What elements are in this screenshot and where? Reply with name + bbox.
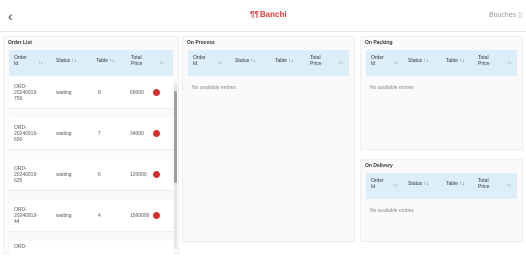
order-id-cell: ORD- 20240919- 44 [14, 207, 38, 225]
total-price-cell: 120000 [130, 172, 147, 178]
brand-mark-icon: ¶¶ [250, 10, 259, 19]
total-price-cell: 1560000 [130, 213, 150, 219]
column-table[interactable]: Table ↑↓ [275, 58, 293, 64]
sort-icon: ↑↓ [423, 181, 429, 187]
table-cell: 7 [98, 131, 101, 137]
column-status[interactable]: Status ↑↓ [235, 58, 256, 64]
on-delivery-panel: On Delivery Order Id ↑↓ Status ↑↓ Table ↑… [360, 159, 523, 242]
back-icon[interactable]: ‹ [8, 8, 13, 24]
sort-icon: ↑↓ [109, 58, 115, 64]
table-row[interactable]: ORD- 20240919- 759 waiting 8 65000 [9, 77, 173, 109]
column-order-id[interactable]: Order Id [371, 55, 384, 67]
on-process-panel: On Process Order Id ↑↓ Status ↑↓ Table ↑↓… [182, 36, 355, 242]
panel-title: On Packing [365, 40, 393, 46]
sort-icon[interactable]: ↑↓ [38, 60, 43, 66]
sort-icon[interactable]: ↑↓ [393, 60, 398, 66]
table-cell: 8 [98, 90, 101, 96]
empty-message: No available entries [370, 208, 414, 214]
sort-icon[interactable]: ↑↓ [393, 183, 398, 189]
column-table[interactable]: Table ↑↓ [446, 58, 464, 64]
column-total-price[interactable]: Total Price [478, 178, 489, 190]
top-bar: ‹ ¶¶Banchi Bouches ▯ [0, 0, 526, 32]
on-packing-panel: On Packing Order Id ↑↓ Status ↑↓ Table ↑↓… [360, 36, 523, 150]
scrollbar[interactable] [174, 83, 177, 249]
sort-icon: ↑↓ [71, 58, 77, 64]
panel-title: Order List [8, 40, 32, 46]
empty-message: No available entries [192, 85, 236, 91]
column-total-price[interactable]: Total Price [478, 55, 489, 67]
status-cell: waiting [56, 90, 72, 96]
order-id-cell: ORD- [14, 244, 27, 250]
table-row[interactable]: ORD- 20240919- 625 waiting 6 120000 [9, 159, 173, 191]
sort-icon[interactable]: ↑↓ [507, 183, 512, 189]
status-dot-icon[interactable] [153, 89, 160, 96]
panel-title: On Process [187, 40, 215, 46]
status-dot-icon[interactable] [153, 171, 160, 178]
sort-icon[interactable]: ↑↓ [507, 60, 512, 66]
status-cell: waiting [56, 131, 72, 137]
sort-icon: ↑↓ [288, 58, 294, 64]
user-menu[interactable]: Bouches ▯ [489, 11, 522, 19]
table-row[interactable]: ORD- 20240919- 44 waiting 4 1560000 [9, 200, 173, 232]
order-id-cell: ORD- 20240919- 625 [14, 166, 38, 184]
table-header: Order Id ↑↓ Status ↑↓ Table ↑↓ Total Price… [366, 50, 517, 76]
sort-icon: ↑↓ [459, 58, 465, 64]
brand-name: Banchi [259, 10, 287, 19]
table-cell: 4 [98, 213, 101, 219]
total-price-cell: 34000 [130, 131, 144, 137]
user-icon: ▯ [518, 12, 522, 19]
sort-icon[interactable]: ↑↓ [159, 60, 164, 66]
column-table[interactable]: Table ↑↓ [96, 58, 114, 64]
column-status[interactable]: Status ↑↓ [56, 58, 77, 64]
brand-logo: ¶¶Banchi [250, 10, 287, 19]
column-order-id[interactable]: Order Id [371, 178, 384, 190]
column-order-id[interactable]: Order Id [193, 55, 206, 67]
order-list-panel: Order List Order Id ↑↓ Status ↑↓ Table ↑↓… [3, 36, 179, 254]
column-order-id[interactable]: Order Id [14, 55, 27, 67]
status-dot-icon[interactable] [153, 212, 160, 219]
column-total-price[interactable]: Total Price [131, 55, 142, 67]
table-header: Order Id ↑↓ Status ↑↓ Table ↑↓ Total Price… [366, 173, 517, 199]
table-row[interactable]: ORD- 20240919- 650 waiting 7 34000 [9, 118, 173, 150]
sort-icon[interactable]: ↑↓ [217, 60, 222, 66]
status-dot-icon[interactable] [153, 130, 160, 137]
user-label: Bouches [488, 12, 517, 19]
empty-message: No available entries [370, 85, 414, 91]
table-header: Order Id ↑↓ Status ↑↓ Table ↑↓ Total Price… [9, 50, 173, 76]
column-table[interactable]: Table ↑↓ [446, 181, 464, 187]
order-id-cell: ORD- 20240919- 759 [14, 84, 38, 102]
table-header: Order Id ↑↓ Status ↑↓ Table ↑↓ Total Price… [188, 50, 349, 76]
total-price-cell: 65000 [130, 90, 144, 96]
sort-icon: ↑↓ [423, 58, 429, 64]
scrollbar-thumb[interactable] [174, 91, 177, 183]
column-status[interactable]: Status ↑↓ [408, 58, 429, 64]
order-id-cell: ORD- 20240919- 650 [14, 125, 38, 143]
sort-icon: ↑↓ [250, 58, 256, 64]
sort-icon: ↑↓ [459, 181, 465, 187]
status-cell: waiting [56, 172, 72, 178]
table-row[interactable]: ORD- [9, 241, 173, 254]
column-total-price[interactable]: Total Price [310, 55, 321, 67]
column-status[interactable]: Status ↑↓ [408, 181, 429, 187]
status-cell: waiting [56, 213, 72, 219]
panel-title: On Delivery [365, 163, 393, 169]
table-cell: 6 [98, 172, 101, 178]
sort-icon[interactable]: ↑↓ [338, 60, 343, 66]
